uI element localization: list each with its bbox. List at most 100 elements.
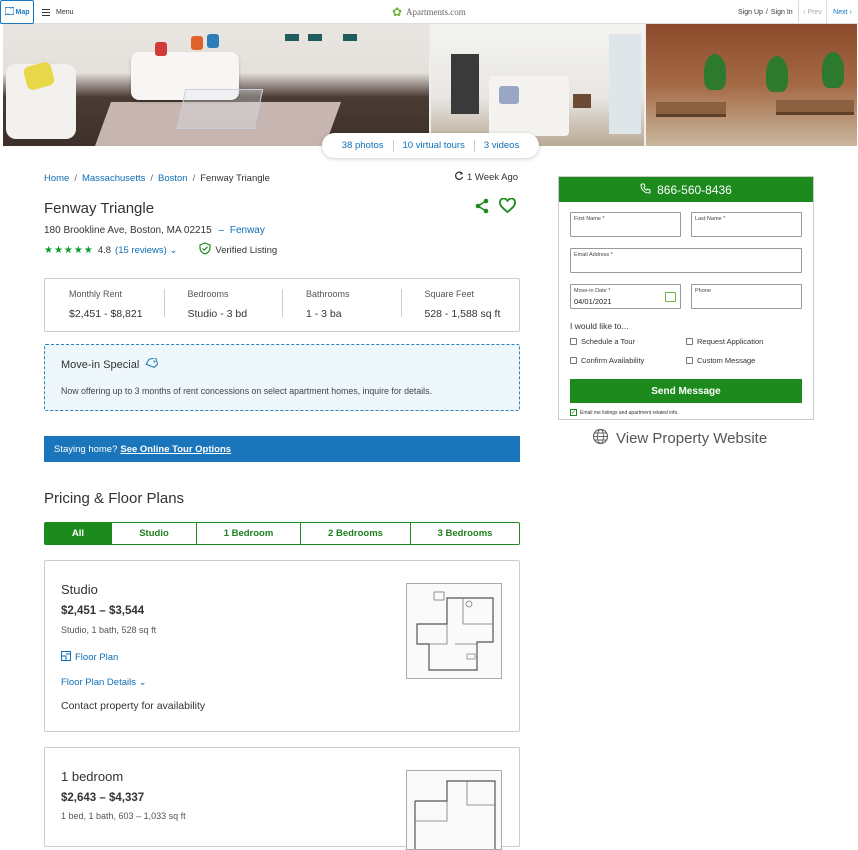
fact-value: Studio - 3 bd [187,307,248,320]
email-opt-label: Email me listings and apartment related … [580,409,679,416]
verified-listing: Verified Listing [199,242,277,258]
map-icon [4,6,14,17]
stool-shape [285,34,299,74]
fact-value: $2,451 - $8,821 [69,307,143,320]
floor-plan-link[interactable]: Floor Plan [61,651,118,664]
fact-bedrooms: Bedrooms Studio - 3 bd [163,288,283,322]
option-confirm-availability[interactable]: Confirm Availability [570,356,644,365]
move-in-special: Move-in Special Now offering up to 3 mon… [44,344,520,411]
checkbox[interactable] [686,338,693,345]
menu-button[interactable]: Menu [42,0,74,24]
chevron-right-icon: › [847,8,852,16]
option-schedule-tour[interactable]: Schedule a Tour [570,337,635,346]
banner-text: Staying home? [54,443,118,455]
option-custom-message[interactable]: Custom Message [686,356,755,365]
reviews-link[interactable]: (15 reviews) ⌄ [115,245,177,256]
neighborhood-separator: – [218,225,225,236]
last-name-label: Last Name * [695,216,726,222]
fact-square-feet: Square Feet 528 - 1,588 sq ft [400,288,520,322]
unit-price: $2,451 – $3,544 [61,605,145,617]
videos-link[interactable]: 3 videos [475,140,528,151]
phone-number: 866-560-8436 [657,182,732,197]
favorite-heart-icon[interactable] [499,197,516,214]
red-pillow-shape [155,42,167,56]
special-description: Now offering up to 3 months of rent conc… [61,386,432,396]
first-name-label: First Name * [574,216,605,222]
chevron-down-icon: ⌄ [169,244,178,256]
breadcrumb-separator: / [192,173,196,184]
phone-field[interactable]: Phone [691,284,802,309]
floor-plan-thumbnail[interactable] [406,770,502,850]
checkbox[interactable] [686,357,693,364]
sign-in-link[interactable]: Sign In [771,9,793,16]
bench-shape [656,102,726,114]
floor-plan-thumbnail[interactable] [406,583,502,679]
phone-button[interactable]: 866-560-8436 [559,177,813,202]
fact-monthly-rent: Monthly Rent $2,451 - $8,821 [45,289,164,322]
send-message-button[interactable]: Send Message [570,379,802,403]
move-in-label: Move-in Date * [574,288,611,294]
shield-check-icon [199,242,212,258]
share-icon[interactable] [474,198,490,214]
tab-1-bedroom[interactable]: 1 Bedroom [196,523,300,544]
nightstand-shape [573,94,591,108]
tab-studio[interactable]: Studio [111,523,196,544]
checkbox[interactable] [570,338,577,345]
living-room-photo[interactable] [3,24,429,146]
calendar-icon[interactable] [665,292,676,302]
unit-card-1-bedroom: 1 bedroom $2,643 – $4,337 1 bed, 1 bath,… [44,747,520,850]
checkbox-checked-icon[interactable]: ✓ [570,409,577,416]
floor-plan-details-label: Floor Plan Details [61,677,136,688]
tab-all[interactable]: All [45,523,111,544]
updated-text: 1 Week Ago [467,171,519,183]
email-field[interactable]: Email Address * [570,248,802,273]
map-button[interactable]: Map [0,0,34,24]
breadcrumb-state[interactable]: Massachusetts [82,173,145,184]
globe-icon [592,428,609,449]
tab-3-bedrooms[interactable]: 3 Bedrooms [410,523,519,544]
reviews-count: (15 reviews) [115,244,167,256]
unit-name: 1 bedroom [61,769,124,784]
checkbox[interactable] [570,357,577,364]
sign-up-link[interactable]: Sign Up [738,9,763,16]
auth-separator: / [765,8,768,16]
refresh-icon [455,171,464,183]
tab-2-bedrooms[interactable]: 2 Bedrooms [300,523,410,544]
hamburger-icon [42,8,50,16]
fact-label: Square Feet [424,288,475,299]
stool-shape [343,34,357,74]
special-title-text: Move-in Special [61,359,140,371]
bedroom-photo[interactable] [431,24,644,146]
fact-value: 1 - 3 ba [306,307,342,320]
unit-spec: 1 bed, 1 bath, 603 – 1,033 sq ft [61,811,186,821]
move-in-date-field[interactable]: Move-in Date * 04/01/2021 [570,284,681,309]
floor-plan-details-link[interactable]: Floor Plan Details ⌄ [61,677,147,688]
lobby-photo[interactable] [646,24,857,146]
photos-link[interactable]: 38 photos [333,140,393,151]
unit-name: Studio [61,582,98,597]
neighborhood-link[interactable]: Fenway [230,225,265,236]
bench-shape [776,100,854,112]
prev-button[interactable]: ‹ Prev [798,0,826,24]
star-rating-icon: ★★★★★ [44,244,94,256]
virtual-tours-link[interactable]: 10 virtual tours [394,140,474,151]
photo-gallery [3,24,857,146]
property-website-link[interactable]: View Property Website [592,428,767,449]
orange-pillow-shape [191,36,203,50]
option-request-application[interactable]: Request Application [686,337,763,346]
option-label: Custom Message [697,356,756,365]
availability-text: Contact property for availability [61,700,206,712]
next-button[interactable]: Next › [826,0,858,24]
prev-label: Prev [807,8,822,16]
online-tour-link[interactable]: See Online Tour Options [120,444,231,455]
breadcrumb-home[interactable]: Home [44,173,69,184]
logo-text: Apartments.com [406,7,466,17]
breadcrumb-city[interactable]: Boston [158,173,188,184]
first-name-field[interactable]: First Name * [570,212,681,237]
rating-value: 4.8 [97,244,112,256]
last-name-field[interactable]: Last Name * [691,212,802,237]
phone-label: Phone [695,288,711,294]
email-opt-in[interactable]: ✓ Email me listings and apartment relate… [570,409,679,416]
map-label: Map [15,8,30,16]
site-logo[interactable]: ✿ Apartments.com [392,5,466,19]
